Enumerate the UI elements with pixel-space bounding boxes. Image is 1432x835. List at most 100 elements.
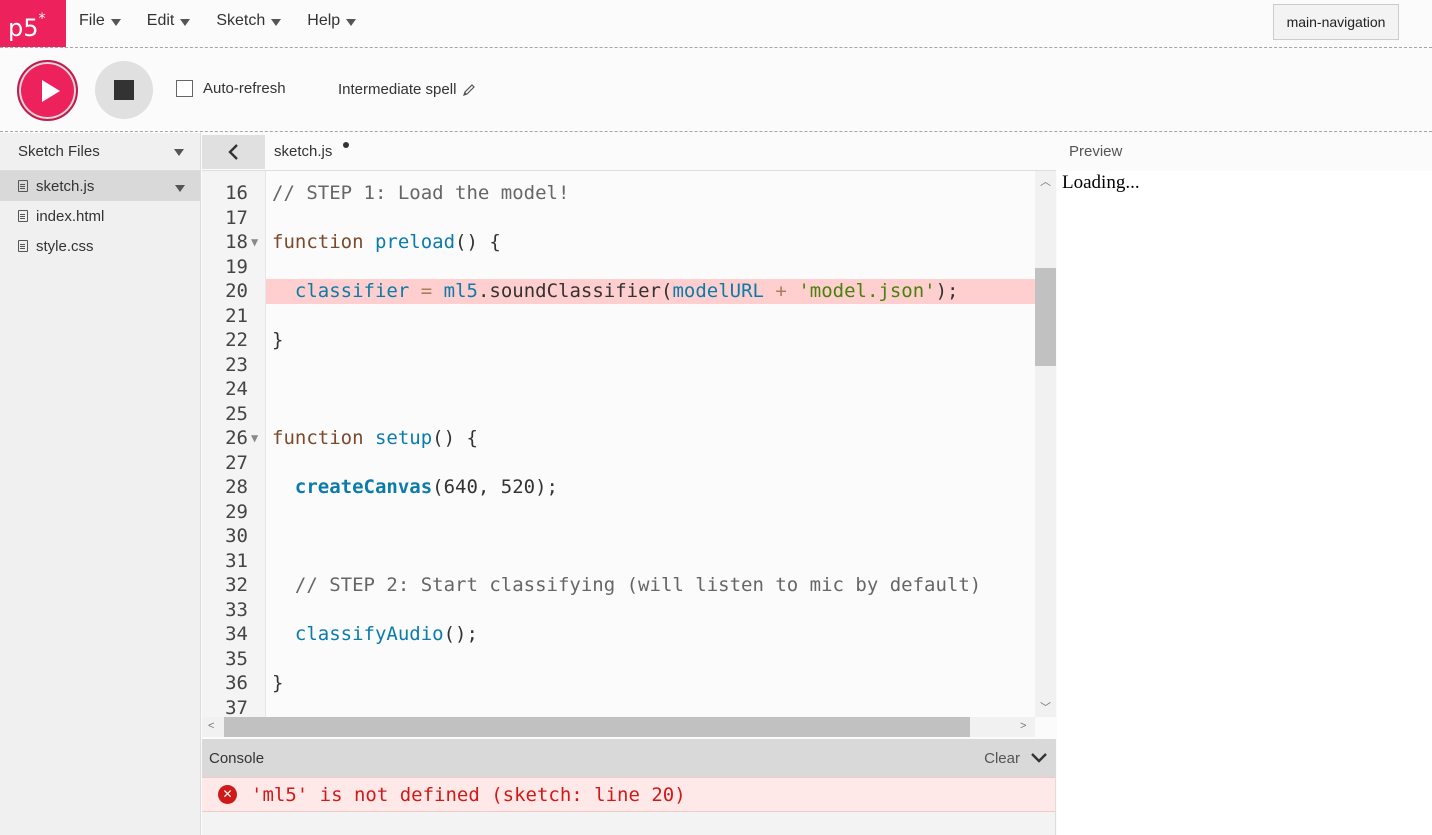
code-line[interactable]: 24 ​ xyxy=(202,377,1035,402)
line-number: 23 xyxy=(225,353,248,376)
file-icon xyxy=(18,180,28,192)
file-name: index.html xyxy=(36,207,105,225)
code-text: classifyAudio(); xyxy=(294,623,478,645)
file-icon xyxy=(18,240,28,252)
fold-arrow-icon[interactable]: ▼ xyxy=(251,230,258,255)
line-number: 17 xyxy=(225,206,248,229)
console-error-message: ✕ 'ml5' is not defined (sketch: line 20) xyxy=(202,777,1055,812)
sidebar-header: Sketch Files xyxy=(0,133,200,171)
top-nav: p5* File Edit Sketch Help main-navigation xyxy=(0,0,1432,48)
code-line[interactable]: 30 ​ xyxy=(202,524,1035,549)
file-options-caret-icon[interactable] xyxy=(175,185,185,192)
file-name: sketch.js xyxy=(36,177,95,195)
code-text: ​ xyxy=(266,451,1035,476)
code-text: ​ xyxy=(266,377,1035,402)
code-line[interactable]: 28 createCanvas(640, 520); xyxy=(202,475,1035,500)
code-text: classifier = ml5.soundClassifier(modelUR… xyxy=(266,279,1035,304)
scroll-down-arrow-icon[interactable]: ﹀ xyxy=(1040,699,1051,715)
line-number: 27 xyxy=(225,451,248,474)
code-line[interactable]: 31 ​ xyxy=(202,549,1035,574)
code-line[interactable]: 37 ​ xyxy=(202,696,1035,718)
error-icon: ✕ xyxy=(218,785,237,804)
line-number: 25 xyxy=(225,402,248,425)
code-line[interactable]: 25 ​ xyxy=(202,402,1035,427)
menu-sketch[interactable]: Sketch xyxy=(203,0,294,42)
file-item[interactable]: style.css xyxy=(0,231,200,261)
file-list: sketch.js index.html style.css xyxy=(0,171,200,261)
code-text: ​ xyxy=(266,304,1035,329)
menu-help[interactable]: Help xyxy=(294,0,369,42)
line-number: 32 xyxy=(225,574,248,596)
code-line[interactable]: 22} xyxy=(202,328,1035,353)
line-number: 19 xyxy=(225,255,248,278)
menu-file[interactable]: File xyxy=(66,0,134,42)
code-line[interactable]: 18 ▼ function preload() { xyxy=(202,230,1035,255)
caret-down-icon xyxy=(271,18,282,26)
line-number: 33 xyxy=(225,598,248,621)
sketch-name[interactable]: Intermediate spell xyxy=(338,81,476,98)
code-line[interactable]: 17 ​ xyxy=(202,206,1035,231)
editor-horizontal-scrollbar[interactable]: < > xyxy=(202,717,1035,737)
code-line[interactable]: 27 ​ xyxy=(202,451,1035,476)
vertical-scroll-thumb[interactable] xyxy=(1035,268,1056,366)
pencil-icon[interactable] xyxy=(462,83,476,97)
editor-tab-filename[interactable]: sketch.js xyxy=(274,143,332,160)
chevron-down-icon[interactable] xyxy=(1030,752,1048,764)
console-title: Console xyxy=(209,749,265,767)
code-line[interactable]: 26 ▼ function setup() { xyxy=(202,426,1035,451)
code-line[interactable]: 21 ​ xyxy=(202,304,1035,329)
line-number: 28 xyxy=(225,476,248,498)
menu-label: Help xyxy=(307,12,341,29)
code-line[interactable]: 34 classifyAudio(); xyxy=(202,622,1035,647)
code-text: ​ xyxy=(266,524,1035,549)
code-line[interactable]: 36} xyxy=(202,671,1035,696)
code-line[interactable]: 35 ​ xyxy=(202,647,1035,672)
scroll-up-arrow-icon[interactable]: ︿ xyxy=(1040,173,1051,189)
code-line[interactable]: 32 // STEP 2: Start classifying (will li… xyxy=(202,573,1035,598)
scroll-left-arrow-icon[interactable]: < xyxy=(208,720,214,732)
sketch-name-label: Intermediate spell xyxy=(338,81,457,98)
editor-vertical-scrollbar[interactable]: ︿ ﹀ xyxy=(1035,171,1056,717)
file-sidebar: Sketch Files sketch.js index.html style.cs… xyxy=(0,133,201,835)
console-header: Console Clear xyxy=(202,739,1056,777)
code-editor[interactable]: 16// STEP 1: Load the model!17​18▼functi… xyxy=(202,171,1056,717)
menu-edit[interactable]: Edit xyxy=(134,0,204,42)
console-clear-button[interactable]: Clear xyxy=(984,750,1020,767)
fold-arrow-icon[interactable]: ▼ xyxy=(251,426,258,451)
line-number: 26 xyxy=(225,427,248,449)
code-line[interactable]: 29 ​ xyxy=(202,500,1035,525)
line-number: 18 xyxy=(225,231,248,253)
code-line[interactable]: 16 // STEP 1: Load the model! xyxy=(202,181,1035,206)
file-item[interactable]: sketch.js xyxy=(0,171,200,201)
stop-button[interactable] xyxy=(95,61,153,119)
auto-refresh-toggle[interactable]: Auto-refresh xyxy=(176,80,286,97)
sidebar-title: Sketch Files xyxy=(18,143,100,160)
code-text: ​ xyxy=(266,255,1035,280)
line-number: 21 xyxy=(225,304,248,327)
line-number: 35 xyxy=(225,647,248,670)
sidebar-options-chevron-icon[interactable] xyxy=(174,149,184,156)
line-number: 36 xyxy=(225,672,248,694)
play-button[interactable] xyxy=(17,60,78,121)
code-line[interactable]: 33 ​ xyxy=(202,598,1035,623)
line-number: 34 xyxy=(225,623,248,645)
code-line[interactable]: 20 classifier = ml5.soundClassifier(mode… xyxy=(202,279,1035,304)
code-line[interactable]: 23 ​ xyxy=(202,353,1035,378)
caret-down-icon xyxy=(180,18,191,26)
code-line[interactable]: 19 ​ xyxy=(202,255,1035,280)
horizontal-scroll-thumb[interactable] xyxy=(224,717,970,737)
code-text: function setup() { xyxy=(272,427,478,449)
line-number: 29 xyxy=(225,500,248,523)
preview-header: Preview xyxy=(1069,143,1123,160)
auto-refresh-checkbox[interactable] xyxy=(176,80,193,97)
file-item[interactable]: index.html xyxy=(0,201,200,231)
collapse-sidebar-button[interactable] xyxy=(202,135,265,169)
p5-logo[interactable]: p5* xyxy=(0,0,66,47)
line-number: 22 xyxy=(225,329,248,351)
preview-frame[interactable]: Loading... xyxy=(1057,171,1432,835)
line-number: 24 xyxy=(225,378,248,400)
scroll-right-arrow-icon[interactable]: > xyxy=(1020,720,1026,732)
menu-label: Edit xyxy=(146,12,175,29)
code-text: ​ xyxy=(266,353,1035,378)
stop-icon xyxy=(114,80,134,100)
